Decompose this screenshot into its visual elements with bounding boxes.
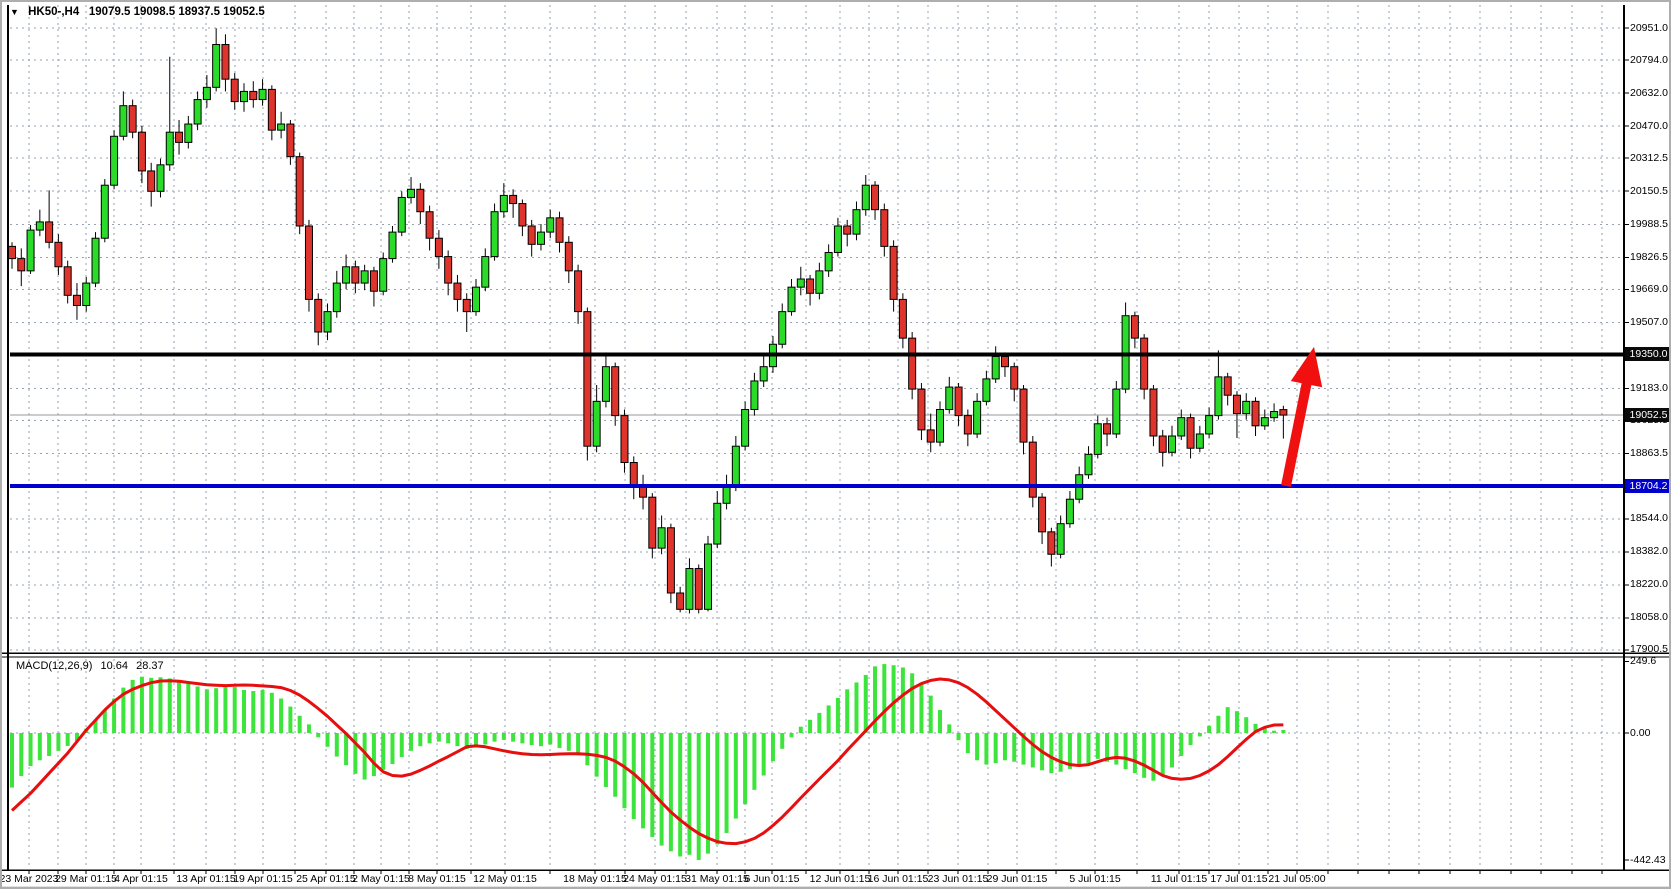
chart-canvas[interactable] bbox=[2, 2, 1671, 889]
time-tick-label: 12 May 01:15 bbox=[457, 873, 553, 885]
price-tick-label: 19507.0 bbox=[1630, 316, 1668, 328]
price-tick-label: 18544.0 bbox=[1630, 512, 1668, 524]
macd-name-label: MACD(12,26,9) bbox=[16, 660, 92, 672]
macd-tick-label: 0.00 bbox=[1630, 727, 1650, 739]
price-tick-label: 20632.0 bbox=[1630, 87, 1668, 99]
macd-tick-label: 249.6 bbox=[1630, 655, 1656, 667]
chart-window: ▼ HK50-,H4 19079.5 19098.5 18937.5 19052… bbox=[0, 0, 1671, 889]
price-tick-label: 18863.5 bbox=[1630, 447, 1668, 459]
support-price-badge: 18704.2 bbox=[1625, 479, 1671, 493]
price-tick-label: 18058.0 bbox=[1630, 611, 1668, 623]
grid-lines bbox=[10, 5, 1624, 868]
price-tick-label: 20794.0 bbox=[1630, 54, 1668, 66]
macd-main-value: 10.64 bbox=[100, 660, 128, 672]
price-axis[interactable] bbox=[1625, 2, 1671, 870]
resistance-price-badge: 19350.0 bbox=[1625, 347, 1671, 361]
time-tick-label: 5 Jul 01:15 bbox=[1047, 873, 1143, 885]
price-tick-label: 18382.0 bbox=[1630, 545, 1668, 557]
price-tick-label: 19988.5 bbox=[1630, 218, 1668, 230]
price-tick-label: 19826.5 bbox=[1630, 251, 1668, 263]
price-tick-label: 20312.5 bbox=[1630, 152, 1668, 164]
price-tick-label: 20150.5 bbox=[1630, 185, 1668, 197]
macd-indicator-readout: MACD(12,26,9) 10.64 28.37 bbox=[16, 660, 169, 674]
ohlc-readout: 19079.5 19098.5 18937.5 19052.5 bbox=[89, 6, 265, 18]
price-tick-label: 20951.0 bbox=[1630, 22, 1668, 34]
chart-title-bar: ▼ HK50-,H4 19079.5 19098.5 18937.5 19052… bbox=[10, 6, 265, 22]
collapse-toolbar-icon[interactable]: ▼ bbox=[10, 7, 19, 17]
price-tick-label: 19669.0 bbox=[1630, 283, 1668, 295]
price-tick-label: 17900.5 bbox=[1630, 643, 1668, 655]
macd-signal-line bbox=[12, 679, 1283, 844]
price-tick-label: 19183.0 bbox=[1630, 382, 1668, 394]
time-tick-label: 21 Jul 05:00 bbox=[1249, 873, 1345, 885]
macd-tick-label: -442.43 bbox=[1630, 854, 1666, 866]
macd-signal-value: 28.37 bbox=[136, 660, 164, 672]
price-tick-label: 20470.0 bbox=[1630, 120, 1668, 132]
price-tick-label: 18220.0 bbox=[1630, 578, 1668, 590]
current-price-badge: 19052.5 bbox=[1625, 408, 1671, 422]
chart-frame bbox=[2, 5, 1671, 874]
candlestick-series bbox=[9, 28, 1287, 613]
trend-arrow[interactable] bbox=[1281, 347, 1322, 487]
symbol-period-label: HK50-,H4 bbox=[28, 6, 79, 18]
